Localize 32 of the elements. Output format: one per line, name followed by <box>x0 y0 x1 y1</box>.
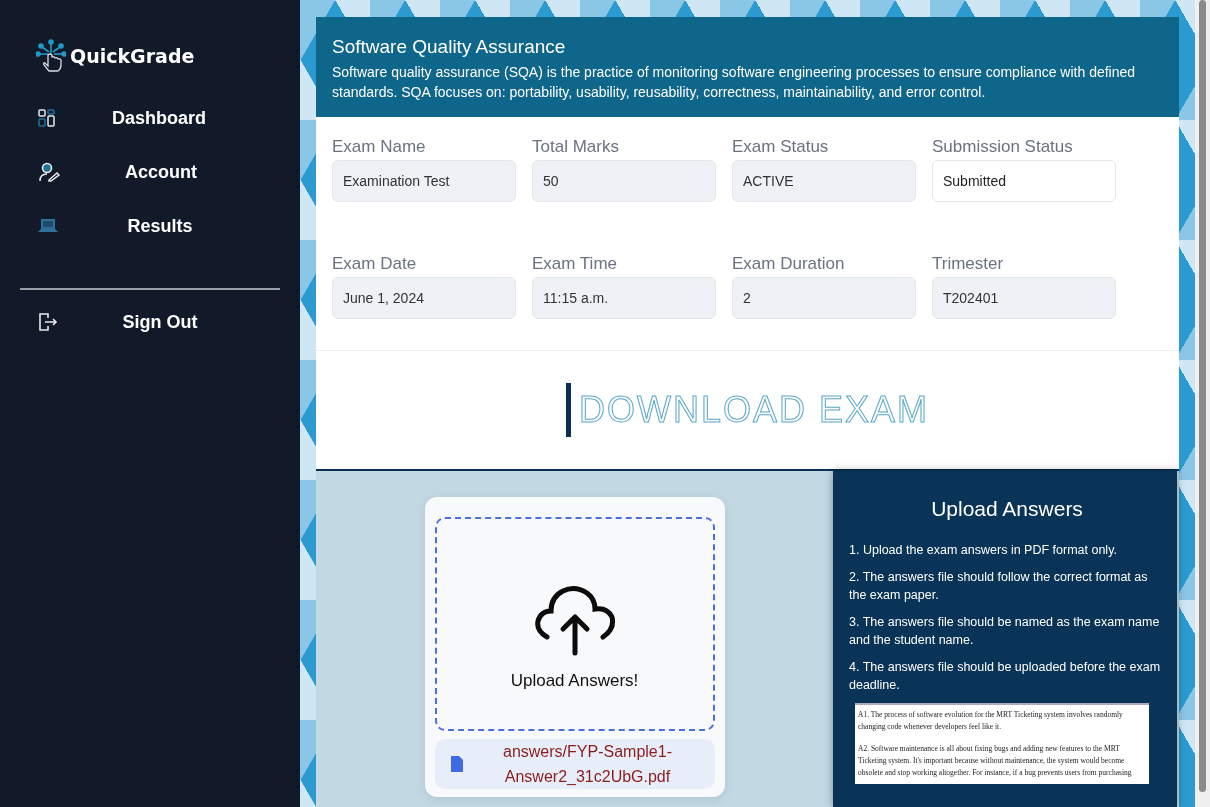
instruction-text: 2. The answers file should follow the correct format as the exam paper. <box>849 569 1149 604</box>
field-label: Exam Duration <box>732 254 846 274</box>
user-edit-icon <box>38 162 60 182</box>
input-field[interactable]: Submitted <box>932 160 1116 202</box>
instruction-text: 4. The answers file should be uploaded before the exam deadline. <box>849 659 1162 694</box>
logo-icon <box>36 39 66 73</box>
field-label: Total Marks <box>532 137 620 157</box>
field-label: Exam Time <box>532 254 619 274</box>
sign-out-link[interactable]: Sign Out <box>20 306 280 338</box>
nav-link[interactable]: Dashboard <box>20 102 280 134</box>
file-name: answers/FYP-Sample1-Answer2_31c2UbG.pdf <box>502 742 673 787</box>
instruction-text: 3. The answers file should be named as the exam name and the student name. <box>849 614 1161 649</box>
brand-name: QuickGrade <box>70 45 195 67</box>
course-title: Software Quality Assurance <box>332 36 567 58</box>
file-icon <box>450 756 463 772</box>
field-label: Trimester <box>932 254 1005 274</box>
instruction-text: 1. Upload the exam answers in PDF format only. <box>849 542 1118 559</box>
laptop-icon <box>38 218 58 234</box>
accent-bar <box>565 383 571 437</box>
instructions-title: Upload Answers <box>930 497 1084 521</box>
dashboard-icon <box>38 109 56 127</box>
drop-label: Upload Answers! <box>510 671 639 691</box>
drop-zone[interactable]: Upload Answers! <box>434 517 715 731</box>
sign-out-icon <box>38 313 58 331</box>
scrollbar[interactable] <box>1195 0 1210 807</box>
field-label: Exam Status <box>732 137 830 157</box>
field-label: Exam Name <box>332 137 427 157</box>
course-description: Software quality assurance (SQA) is the practice of monitoring software engineering processes to ensure compliance with defined standards. SQA focuses on: portability, usability, reusability, correctness, maintainability, and error control. <box>332 63 1137 102</box>
nav-link[interactable]: Account <box>20 156 280 188</box>
field-label: Exam Date <box>332 254 418 274</box>
field-label: Submission Status <box>932 137 1074 157</box>
nav-link[interactable]: Results <box>20 210 280 242</box>
